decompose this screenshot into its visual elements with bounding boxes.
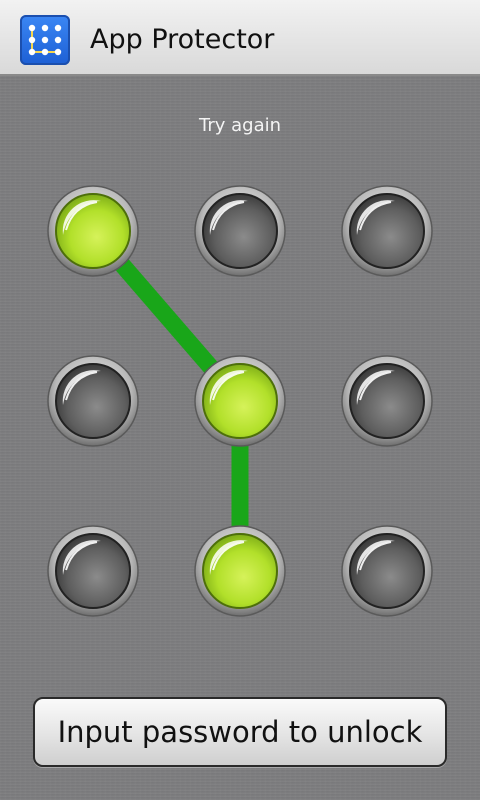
pattern-dot-1[interactable] [47, 185, 139, 277]
pattern-dot-8[interactable] [194, 525, 286, 617]
pattern-dot-9[interactable] [341, 525, 433, 617]
pattern-dot-4[interactable] [47, 355, 139, 447]
app-screen: App Protector Try again Input password t… [0, 0, 480, 800]
pattern-dot-2[interactable] [194, 185, 286, 277]
input-password-button[interactable]: Input password to unlock [33, 697, 447, 767]
pattern-dot-5[interactable] [194, 355, 286, 447]
pattern-dot-7[interactable] [47, 525, 139, 617]
pattern-lock-grid[interactable] [0, 0, 480, 700]
pattern-dot-3[interactable] [341, 185, 433, 277]
pattern-dot-6[interactable] [341, 355, 433, 447]
